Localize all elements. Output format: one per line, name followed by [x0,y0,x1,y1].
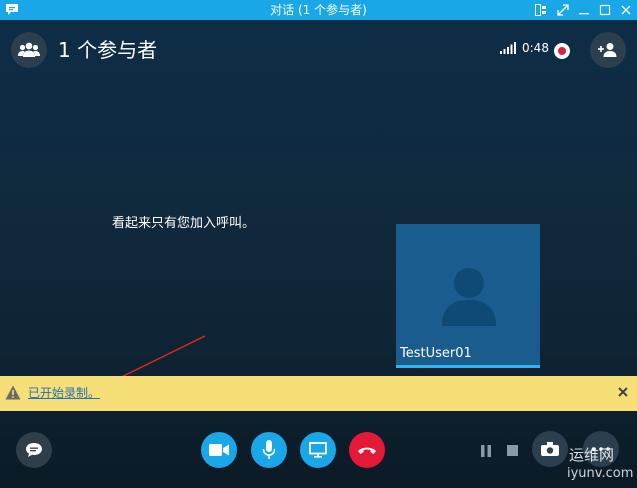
video-camera-icon [209,444,229,456]
record-icon [554,43,570,59]
fullscreen-icon[interactable] [555,2,571,18]
microphone-icon [262,440,276,459]
stop-icon[interactable] [507,445,518,456]
call-timer: 0:48 [522,41,549,55]
screen-share-icon [309,442,327,458]
warning-icon [5,385,21,400]
close-icon[interactable] [617,386,629,398]
share-screen-button[interactable] [300,432,336,468]
alone-message: 看起来只有您加入呼叫。 [112,216,256,231]
call-stage: 1 个参与者 0:48 看起来只有您加入呼叫。 TestUser01 已开始录制… [0,20,637,488]
title-bar: 对话 (1 个参与者) [0,0,637,20]
minimize-icon[interactable] [576,2,592,18]
video-button[interactable] [201,432,237,468]
tile-underline [396,365,540,368]
snapshot-button[interactable] [532,431,568,467]
avatar [442,268,496,326]
recording-started-link[interactable]: 已开始录制。 [28,385,100,401]
hang-up-icon [358,447,376,454]
self-name: TestUser01 [400,346,472,361]
add-person-icon [598,43,617,57]
watermark-url: iyunv.com [567,466,634,481]
compact-view-icon[interactable] [533,2,549,18]
pause-icon[interactable] [480,445,492,457]
chat-button[interactable] [16,432,52,468]
participants-count: 1 个参与者 [58,38,158,62]
recording-notice-bar: 已开始录制。 [0,376,637,411]
add-person-button[interactable] [590,32,626,68]
camera-icon [541,442,559,456]
end-call-button[interactable] [349,432,385,468]
participants-button[interactable] [11,32,47,68]
signal-bars-icon [500,42,516,54]
maximize-icon[interactable] [597,2,613,18]
chat-icon [26,443,42,457]
microphone-button[interactable] [251,432,287,468]
annotation-arrow [98,335,206,388]
self-video-tile[interactable]: TestUser01 [396,224,540,368]
watermark-text: 运维网 [569,446,615,464]
close-window-icon[interactable] [618,2,634,18]
people-icon [18,42,40,57]
